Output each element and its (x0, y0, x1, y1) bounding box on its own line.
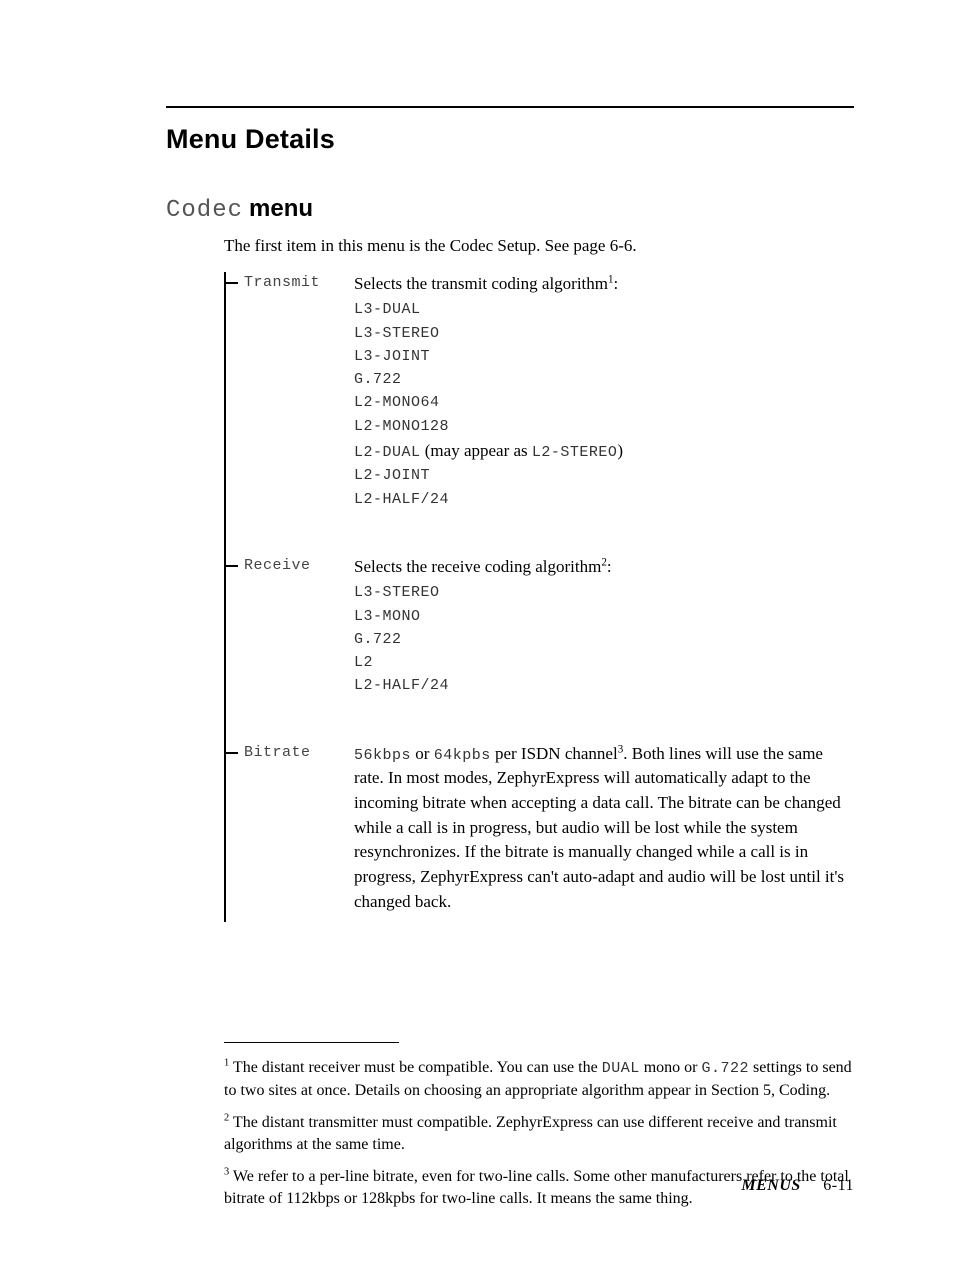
tree-branch-icon (226, 565, 238, 567)
option-item: L3-STEREO (354, 581, 854, 604)
entry-lead: Selects the receive coding algorithm2: (354, 555, 854, 580)
entry-body: Selects the transmit coding algorithm1:L… (354, 272, 854, 511)
menu-entry: Transmit Selects the transmit coding algo… (226, 272, 854, 511)
option-item: G.722 (354, 628, 854, 651)
footer-section: MENUS (741, 1177, 800, 1194)
option-item: L2 (354, 651, 854, 674)
section-title-bold: menu (249, 195, 313, 222)
entry-label: Transmit (244, 274, 320, 291)
entry-body: Selects the receive coding algorithm2:L3… (354, 555, 854, 698)
option-item: L3-DUAL (354, 298, 854, 321)
section-title-lcd: Codec (166, 197, 243, 224)
footnote: 2 The distant transmitter must compatibl… (224, 1112, 854, 1156)
footnote: 1 The distant receiver must be compatibl… (224, 1057, 854, 1102)
codec-menu-entries: Transmit Selects the transmit coding algo… (224, 272, 854, 922)
entry-label: Receive (244, 557, 311, 574)
option-item: L3-MONO (354, 605, 854, 628)
tree-branch-icon (226, 282, 238, 284)
option-item: L2-HALF/24 (354, 674, 854, 697)
section-title: Codec menu (166, 195, 854, 224)
footer-page: 6-11 (823, 1177, 854, 1194)
menu-entry: Receive Selects the receive coding algori… (226, 555, 854, 698)
menu-entry: Bitrate 56kbps or 64kpbs per ISDN channel… (226, 742, 854, 915)
option-item: L2-JOINT (354, 464, 854, 487)
option-item: L2-HALF/24 (354, 488, 854, 511)
option-item: L2-MONO128 (354, 415, 854, 438)
option-item: L2-DUAL (may appear as L2-STEREO) (354, 438, 854, 464)
intro-text: The first item in this menu is the Codec… (224, 234, 854, 258)
option-item: L3-JOINT (354, 345, 854, 368)
option-item: L2-MONO64 (354, 391, 854, 414)
entry-paragraph: 56kbps or 64kpbs per ISDN channel3. Both… (354, 742, 854, 915)
page-footer: MENUS 6-11 (741, 1177, 854, 1195)
entry-label: Bitrate (244, 744, 311, 761)
option-item: L3-STEREO (354, 322, 854, 345)
tree-branch-icon (226, 752, 238, 754)
entry-body: 56kbps or 64kpbs per ISDN channel3. Both… (354, 742, 854, 915)
entry-lead: Selects the transmit coding algorithm1: (354, 272, 854, 297)
option-item: G.722 (354, 368, 854, 391)
page-title: Menu Details (166, 124, 854, 155)
